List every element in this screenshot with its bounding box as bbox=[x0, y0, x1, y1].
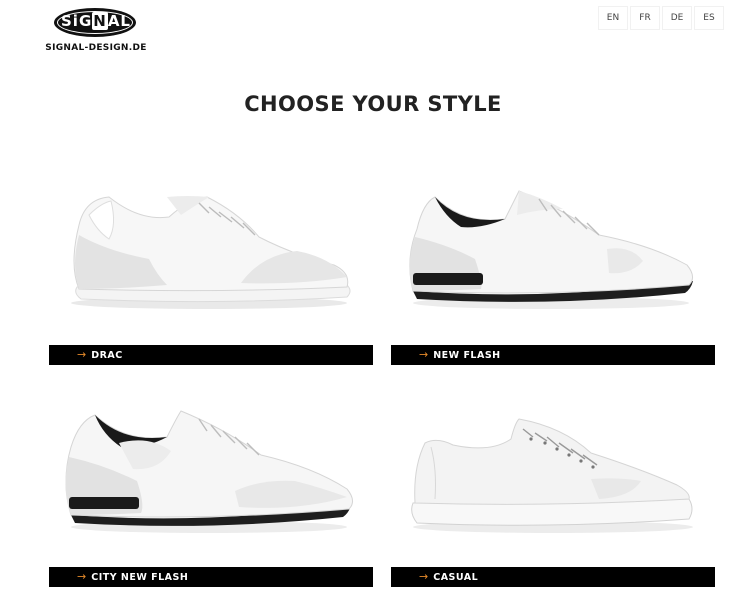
shoe-image-casual bbox=[411, 418, 693, 533]
product-label: NEW FLASH bbox=[433, 349, 501, 361]
shoe-image-city-new-flash bbox=[65, 410, 353, 533]
logo-url: SIGNAL-DESIGN.DE bbox=[45, 43, 147, 53]
product-label: CASUAL bbox=[433, 571, 479, 583]
shoe-image-drac bbox=[71, 196, 351, 309]
product-link-casual[interactable]: → CASUAL bbox=[391, 567, 715, 587]
product-tile-city-new-flash[interactable]: → CITY NEW FLASH bbox=[49, 407, 373, 587]
lang-en[interactable]: EN bbox=[598, 6, 628, 30]
product-link-city-new-flash[interactable]: → CITY NEW FLASH bbox=[49, 567, 373, 587]
lang-de[interactable]: DE bbox=[662, 6, 692, 30]
product-label: DRAC bbox=[91, 349, 123, 361]
product-link-drac[interactable]: → DRAC bbox=[49, 345, 373, 365]
product-tile-new-flash[interactable]: → NEW FLASH bbox=[391, 185, 715, 365]
product-link-new-flash[interactable]: → NEW FLASH bbox=[391, 345, 715, 365]
product-tile-casual[interactable]: → CASUAL bbox=[391, 407, 715, 587]
logo-wordmark: SiGNAL bbox=[61, 12, 131, 30]
language-switcher: EN FR DE ES bbox=[598, 6, 726, 30]
arrow-right-icon: → bbox=[77, 570, 87, 583]
product-label: CITY NEW FLASH bbox=[91, 571, 189, 583]
lang-es[interactable]: ES bbox=[694, 6, 724, 30]
signal-logo[interactable]: SiGNAL SIGNAL-DESIGN.DE bbox=[44, 6, 148, 56]
lang-fr[interactable]: FR bbox=[630, 6, 660, 30]
product-tile-drac[interactable]: → DRAC bbox=[49, 185, 373, 365]
page-title: CHOOSE YOUR STYLE bbox=[244, 92, 502, 116]
shoe-image-new-flash bbox=[409, 190, 693, 309]
arrow-right-icon: → bbox=[419, 570, 429, 583]
arrow-right-icon: → bbox=[77, 348, 87, 361]
arrow-right-icon: → bbox=[419, 348, 429, 361]
